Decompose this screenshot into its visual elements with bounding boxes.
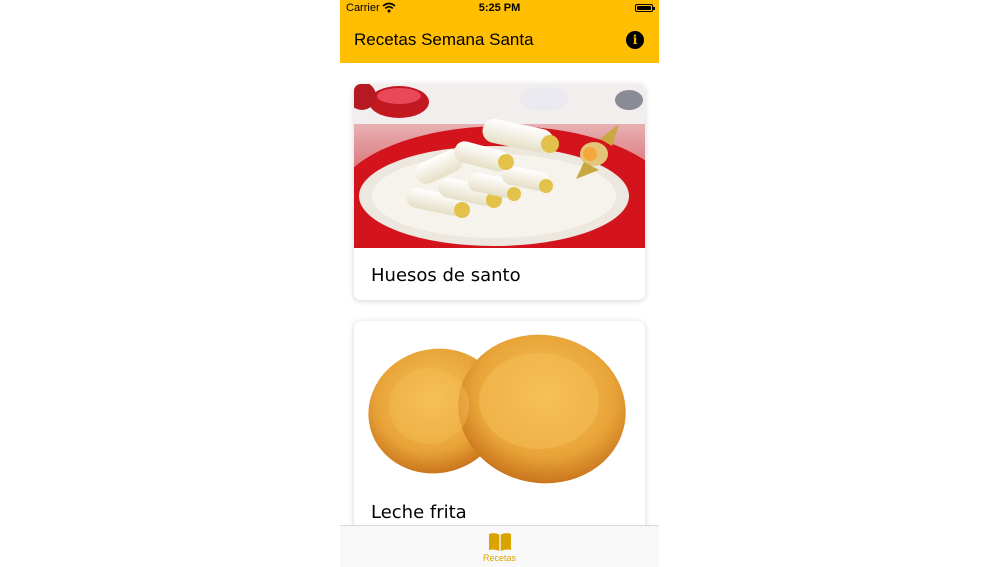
battery-icon xyxy=(635,4,655,12)
recipe-title: Huesos de santo xyxy=(371,265,521,286)
recipe-list[interactable]: Huesos de santo Leche frita xyxy=(340,63,659,525)
info-icon[interactable]: i xyxy=(626,31,644,49)
page-title: Recetas Semana Santa xyxy=(354,30,534,49)
recipe-card-leche-frita[interactable]: Leche frita xyxy=(354,321,645,525)
recipe-title: Leche frita xyxy=(371,502,467,523)
recipe-card-huesos-de-santo[interactable]: Huesos de santo xyxy=(354,84,645,300)
huesos-de-santo-photo xyxy=(354,84,645,248)
tab-recetas[interactable]: Recetas xyxy=(460,530,539,566)
tab-label: Recetas xyxy=(482,553,517,563)
tab-bar: Recetas xyxy=(340,525,659,567)
status-bar: Carrier 5:25 PM xyxy=(340,0,659,17)
book-icon xyxy=(488,533,511,551)
navigation-bar: Recetas Semana Santa i xyxy=(340,17,659,63)
status-time: 5:25 PM xyxy=(478,2,521,14)
phone-screen: Carrier 5:25 PM Recetas Semana Santa i H… xyxy=(340,0,659,567)
leche-frita-photo xyxy=(354,321,645,485)
